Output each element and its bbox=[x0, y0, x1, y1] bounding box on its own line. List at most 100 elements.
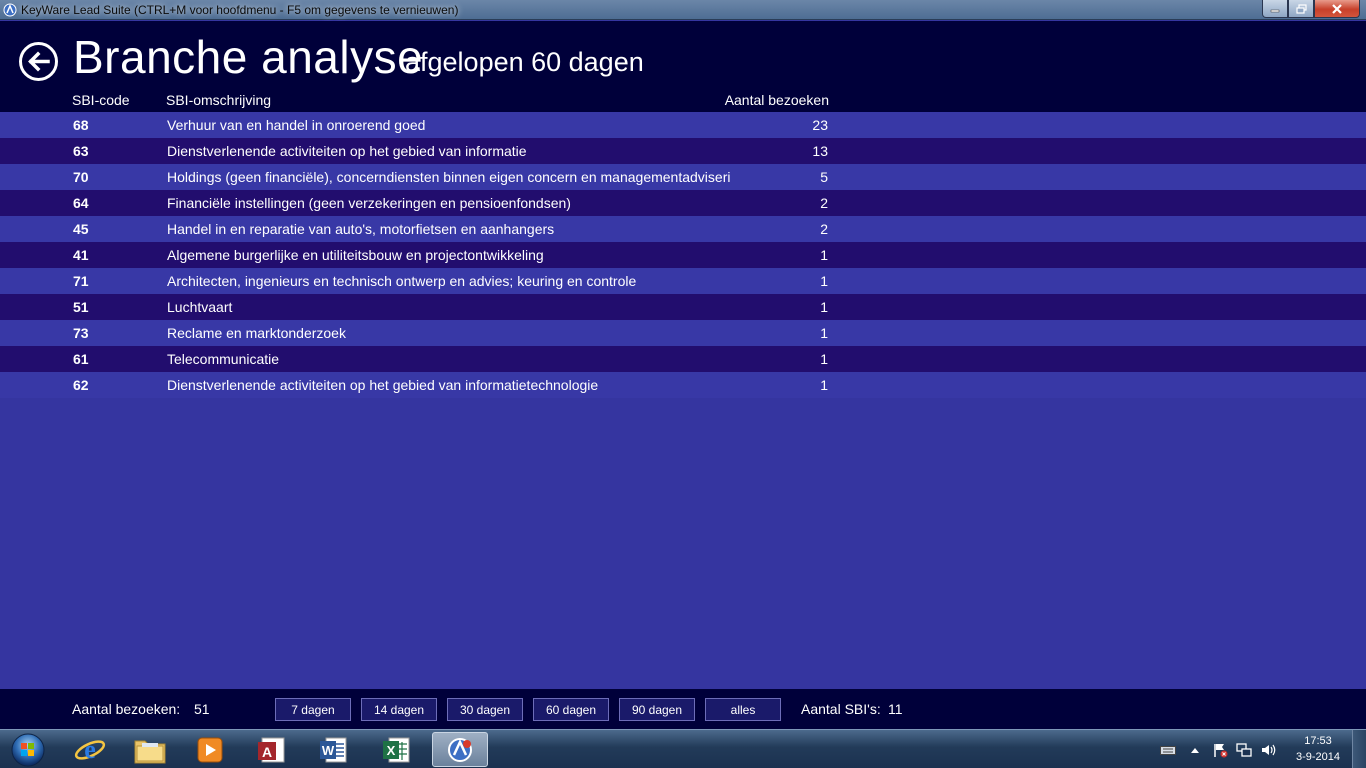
sbi-code-cell: 63 bbox=[73, 143, 89, 159]
sbi-description-cell: Telecommunicatie bbox=[167, 351, 280, 367]
internet-explorer-glyph: e bbox=[74, 735, 106, 764]
page-header: Branche analyse afgelopen 60 dagen SBI-c… bbox=[0, 21, 1366, 112]
total-sbi-value: 11 bbox=[888, 701, 903, 717]
column-header-code[interactable]: SBI-code bbox=[72, 92, 130, 108]
network-glyph bbox=[1236, 742, 1252, 757]
clock-time: 17:53 bbox=[1304, 735, 1332, 747]
sbi-code-cell: 45 bbox=[73, 221, 89, 237]
sbi-code-cell: 62 bbox=[73, 377, 89, 393]
speaker-glyph bbox=[1262, 744, 1276, 755]
keyware-glyph bbox=[448, 737, 472, 762]
visit-count-cell: 1 bbox=[820, 299, 828, 315]
visit-count-cell: 2 bbox=[820, 195, 828, 211]
window-title: KeyWare Lead Suite (CTRL+M voor hoofdmen… bbox=[21, 3, 459, 17]
visit-count-cell: 1 bbox=[820, 273, 828, 289]
sbi-description-cell: Algemene burgerlijke en utiliteitsbouw e… bbox=[167, 247, 544, 263]
svg-text:e: e bbox=[84, 735, 96, 764]
sbi-description-cell: Dienstverlenende activiteiten op het geb… bbox=[167, 143, 527, 159]
start-button[interactable] bbox=[3, 731, 47, 768]
word-glyph: W bbox=[320, 737, 347, 762]
sbi-description-cell: Verhuur van en handel in onroerend goed bbox=[167, 117, 426, 133]
column-header-visits[interactable]: Aantal bezoeken bbox=[725, 92, 829, 108]
window-controls bbox=[1262, 0, 1360, 18]
svg-text:W: W bbox=[322, 743, 335, 758]
restore-icon bbox=[1295, 3, 1307, 14]
page-footer: Aantal bezoeken: 51 7 dagen 14 dagen 30 … bbox=[0, 689, 1366, 729]
close-icon bbox=[1332, 3, 1342, 14]
visit-count-cell: 5 bbox=[820, 169, 828, 185]
sbi-description-cell: Dienstverlenende activiteiten op het geb… bbox=[167, 377, 599, 393]
table-row[interactable]: 73 Reclame en marktonderzoek 1 bbox=[0, 320, 1366, 346]
keyboard-icon[interactable] bbox=[1158, 730, 1178, 768]
svg-text:A: A bbox=[262, 744, 272, 760]
word-icon[interactable]: W bbox=[306, 732, 362, 767]
minimize-icon bbox=[1270, 9, 1280, 12]
sbi-description-cell: Holdings (geen financiële), concerndiens… bbox=[167, 169, 731, 185]
maximize-button[interactable] bbox=[1288, 0, 1314, 18]
period-90-days-button[interactable]: 90 dagen bbox=[619, 698, 695, 721]
excel-glyph: X bbox=[383, 737, 410, 762]
sbi-code-cell: 68 bbox=[73, 117, 89, 133]
volume-icon[interactable] bbox=[1259, 730, 1277, 768]
table-row[interactable]: 41 Algemene burgerlijke en utiliteitsbou… bbox=[0, 242, 1366, 268]
show-desktop-button[interactable] bbox=[1352, 730, 1366, 768]
branch-table: 68 Verhuur van en handel in onroerend go… bbox=[0, 112, 1366, 398]
table-row[interactable]: 71 Architecten, ingenieurs en technisch … bbox=[0, 268, 1366, 294]
sbi-description-cell: Handel in en reparatie van auto's, motor… bbox=[167, 221, 555, 237]
sbi-description-cell: Reclame en marktonderzoek bbox=[167, 325, 346, 341]
keyware-icon[interactable] bbox=[432, 732, 488, 767]
flag-icon bbox=[1214, 743, 1228, 757]
table-row[interactable]: 45 Handel in en reparatie van auto's, mo… bbox=[0, 216, 1366, 242]
visit-count-cell: 1 bbox=[820, 351, 828, 367]
table-row[interactable]: 68 Verhuur van en handel in onroerend go… bbox=[0, 112, 1366, 138]
back-arrow-icon[interactable] bbox=[18, 41, 59, 82]
table-row[interactable]: 64 Financiële instellingen (geen verzeke… bbox=[0, 190, 1366, 216]
sbi-code-cell: 41 bbox=[73, 247, 89, 263]
visit-count-cell: 1 bbox=[820, 247, 828, 263]
period-all-button[interactable]: alles bbox=[705, 698, 781, 721]
table-row[interactable]: 62 Dienstverlenende activiteiten op het … bbox=[0, 372, 1366, 398]
page-subtitle: afgelopen 60 dagen bbox=[405, 47, 644, 77]
sbi-code-cell: 51 bbox=[73, 299, 89, 315]
folder-glyph bbox=[134, 740, 166, 763]
sbi-code-cell: 64 bbox=[73, 195, 89, 211]
table-row[interactable]: 70 Holdings (geen financiële), concerndi… bbox=[0, 164, 1366, 190]
file-explorer-icon[interactable] bbox=[122, 732, 178, 767]
page-title: Branche analyse bbox=[73, 31, 424, 83]
period-14-days-button[interactable]: 14 dagen bbox=[361, 698, 437, 721]
keyboard-glyph bbox=[1160, 745, 1176, 755]
period-7-days-button[interactable]: 7 dagen bbox=[275, 698, 351, 721]
clock-date: 3-9-2014 bbox=[1295, 751, 1340, 763]
visit-count-cell: 13 bbox=[812, 143, 828, 159]
network-icon[interactable] bbox=[1235, 730, 1253, 768]
system-clock[interactable]: 17:53 3-9-2014 bbox=[1296, 733, 1340, 765]
minimize-button[interactable] bbox=[1262, 0, 1288, 18]
media-player-icon[interactable] bbox=[182, 732, 238, 767]
internet-explorer-icon[interactable]: e bbox=[62, 732, 118, 767]
column-header-description[interactable]: SBI-omschrijving bbox=[166, 92, 271, 108]
period-60-days-button[interactable]: 60 dagen bbox=[533, 698, 609, 721]
app-icon bbox=[3, 3, 17, 17]
chevron-up-icon bbox=[1191, 747, 1199, 753]
sbi-code-cell: 61 bbox=[73, 351, 89, 367]
media-glyph bbox=[197, 737, 223, 762]
sbi-description-cell: Financiële instellingen (geen verzekerin… bbox=[167, 195, 571, 211]
table-row[interactable]: 51 Luchtvaart 1 bbox=[0, 294, 1366, 320]
total-visits-label: Aantal bezoeken: bbox=[72, 701, 181, 717]
table-row[interactable]: 61 Telecommunicatie 1 bbox=[0, 346, 1366, 372]
windows-taskbar: e A W X 17:53 3-9-2014 bbox=[0, 729, 1366, 768]
close-button[interactable] bbox=[1314, 0, 1360, 18]
sbi-description-cell: Luchtvaart bbox=[167, 299, 233, 315]
window-title-bar: KeyWare Lead Suite (CTRL+M voor hoofdmen… bbox=[0, 0, 1366, 20]
access-glyph: A bbox=[258, 737, 285, 762]
sbi-code-cell: 70 bbox=[73, 169, 89, 185]
access-icon[interactable]: A bbox=[244, 732, 300, 767]
table-row[interactable]: 63 Dienstverlenende activiteiten op het … bbox=[0, 138, 1366, 164]
action-center-icon[interactable] bbox=[1211, 730, 1229, 768]
period-30-days-button[interactable]: 30 dagen bbox=[447, 698, 523, 721]
excel-icon[interactable]: X bbox=[369, 732, 425, 767]
show-hidden-icons-button[interactable] bbox=[1188, 730, 1202, 768]
sbi-code-cell: 71 bbox=[73, 273, 89, 289]
visit-count-cell: 1 bbox=[820, 377, 828, 393]
sbi-code-cell: 73 bbox=[73, 325, 89, 341]
